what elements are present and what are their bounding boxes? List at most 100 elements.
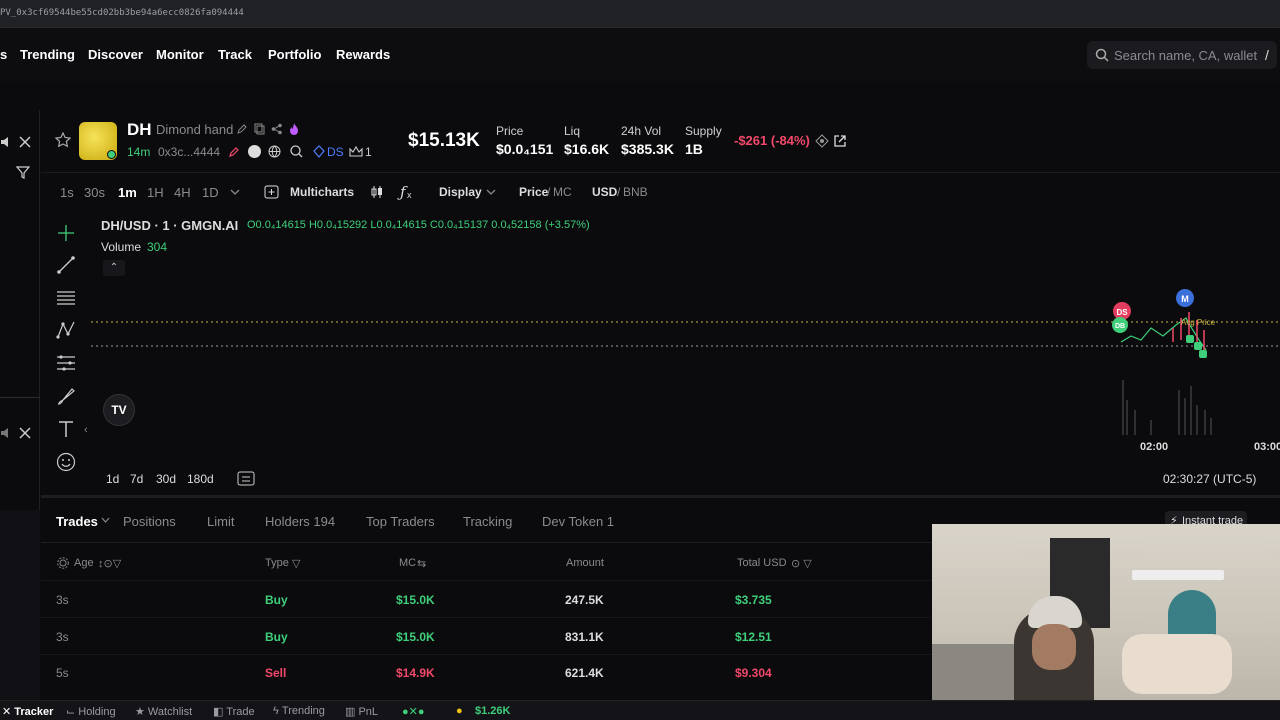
close-icon-2[interactable] [18, 426, 32, 440]
star-icon[interactable] [55, 132, 71, 148]
nav-track[interactable]: Track [218, 47, 252, 62]
mute-icon-2[interactable] [0, 426, 14, 440]
tab-holders[interactable]: Holders 194 [265, 514, 335, 529]
age-sort-icon[interactable]: ↕⊙▽ [98, 557, 121, 570]
usd-toggle[interactable]: USD [592, 185, 617, 199]
pattern-icon[interactable] [55, 319, 77, 341]
bottom-tracker[interactable]: ✕ Tracker [2, 705, 53, 718]
measure-icon[interactable] [55, 352, 77, 374]
watch-icon[interactable] [815, 134, 829, 148]
chain-icons[interactable]: ●✕● [402, 705, 425, 718]
bottom-watchlist[interactable]: ★ Watchlist [135, 705, 192, 718]
external-link-icon[interactable] [833, 134, 847, 148]
db-marker-label: DB [1115, 323, 1125, 330]
row-amount: 247.5K [565, 593, 604, 607]
col-mc[interactable]: MC [399, 557, 416, 569]
type-filter-icon[interactable]: ▽ [292, 557, 300, 570]
display-button[interactable]: Display [439, 185, 482, 199]
tab-trades[interactable]: Trades [56, 514, 98, 529]
date-range-icon[interactable] [237, 470, 255, 486]
mc-toggle[interactable]: MC [553, 185, 572, 199]
multicharts-button[interactable]: Multicharts [290, 185, 354, 199]
search-token-icon[interactable] [290, 145, 303, 158]
bottom-holding[interactable]: ⌙ Holding [66, 705, 116, 718]
browser-url-bar[interactable]: PV_0x3cf69544be55cd02bb3be94a6ecc0826fa0… [0, 0, 1280, 28]
copy-icon[interactable] [254, 123, 266, 135]
trendline-icon[interactable] [55, 254, 77, 276]
range-7d[interactable]: 7d [130, 472, 143, 486]
search-icon [1095, 48, 1109, 62]
filter-icon[interactable] [16, 165, 30, 179]
tf-1s[interactable]: 1s [60, 185, 74, 200]
price-toggle[interactable]: Price [519, 185, 548, 199]
text-icon[interactable] [55, 418, 77, 440]
range-30d[interactable]: 30d [156, 472, 176, 486]
col-total-usd[interactable]: Total USD [737, 557, 787, 569]
status-dot [107, 150, 116, 159]
shelf [1132, 570, 1224, 580]
total-filter-icon[interactable]: ⊙ ▽ [791, 557, 812, 570]
emoji-icon[interactable] [55, 451, 77, 473]
pnl-label: PnL [358, 706, 379, 718]
tf-1m[interactable]: 1m [118, 185, 137, 200]
chevron-down-icon[interactable] [230, 188, 240, 196]
tab-dev-token[interactable]: Dev Token 1 [542, 514, 614, 529]
mute-icon[interactable] [0, 135, 14, 149]
x-tick-0300: 03:00 [1254, 441, 1280, 453]
wallet-balance[interactable]: $1.26K [475, 705, 510, 717]
ds-marker-label: DS [1116, 308, 1128, 317]
share-icon[interactable] [271, 123, 283, 135]
col-amount[interactable]: Amount [566, 557, 604, 569]
display-chevron-icon[interactable] [486, 188, 496, 196]
token-address[interactable]: 0x3c...4444 [158, 145, 220, 159]
price-chart[interactable]: ‹ DH/USD · 1 · GMGN.AI O0.0₄14615 H0.0₄1… [41, 210, 1280, 495]
coin-icon: ● [456, 705, 463, 717]
tab-limit[interactable]: Limit [207, 514, 234, 529]
crosshair-icon[interactable] [55, 222, 77, 244]
nav-rewards[interactable]: Rewards [336, 47, 390, 62]
tf-1d[interactable]: 1D [202, 185, 219, 200]
col-type[interactable]: Type [265, 557, 289, 569]
bnb-toggle[interactable]: BNB [623, 185, 648, 199]
price-change: -$261 (-84%) [734, 133, 810, 148]
tf-30s[interactable]: 30s [84, 185, 105, 200]
tf-4h[interactable]: 4H [174, 185, 191, 200]
indicators-icon[interactable]: ƒ [400, 183, 406, 201]
nav-discover[interactable]: Discover [88, 47, 143, 62]
volume-bars [1122, 380, 1212, 435]
nav-monitor[interactable]: Monitor [156, 47, 204, 62]
ds-tag[interactable]: DS [327, 145, 344, 159]
search-box[interactable]: Search name, CA, wallet / [1087, 41, 1277, 69]
token-symbol: DH [127, 120, 152, 139]
close-icon[interactable] [18, 135, 32, 149]
tab-tracking[interactable]: Tracking [463, 514, 512, 529]
bottom-trade[interactable]: ◧ Trade [213, 705, 255, 718]
horizontal-lines-icon[interactable] [55, 287, 77, 309]
tab-positions[interactable]: Positions [123, 514, 176, 529]
collapse-tools-icon[interactable]: ‹ [84, 424, 88, 436]
bottom-pnl[interactable]: ▥ PnL [345, 705, 378, 718]
tab-top-traders[interactable]: Top Traders [366, 514, 435, 529]
avg-price-tag: Avg Price [1181, 318, 1216, 327]
range-180d[interactable]: 180d [187, 472, 214, 486]
pen-icon[interactable] [228, 146, 240, 158]
indicators-icon-sub: x [407, 190, 412, 200]
edit-icon[interactable] [236, 123, 248, 135]
brush-icon[interactable] [55, 385, 77, 407]
candle-icon[interactable] [370, 185, 384, 199]
trade-label: Trade [226, 706, 255, 718]
tf-1h[interactable]: 1H [147, 185, 164, 200]
settings-icon[interactable] [57, 557, 69, 569]
row-age: 3s [56, 593, 69, 607]
row-amount: 831.1K [565, 630, 604, 644]
left-side-panel [0, 110, 40, 700]
range-1d[interactable]: 1d [106, 472, 119, 486]
trades-chevron-icon[interactable] [101, 517, 110, 524]
globe-icon[interactable] [268, 145, 281, 158]
nav-portfolio[interactable]: Portfolio [268, 47, 321, 62]
col-age[interactable]: Age [74, 557, 94, 569]
bottom-trending[interactable]: ϟ Trending [273, 705, 325, 717]
mc-swap-icon[interactable]: ⇆ [417, 557, 426, 570]
volume-label: Volume [101, 240, 142, 254]
nav-trending[interactable]: Trending [20, 47, 75, 62]
